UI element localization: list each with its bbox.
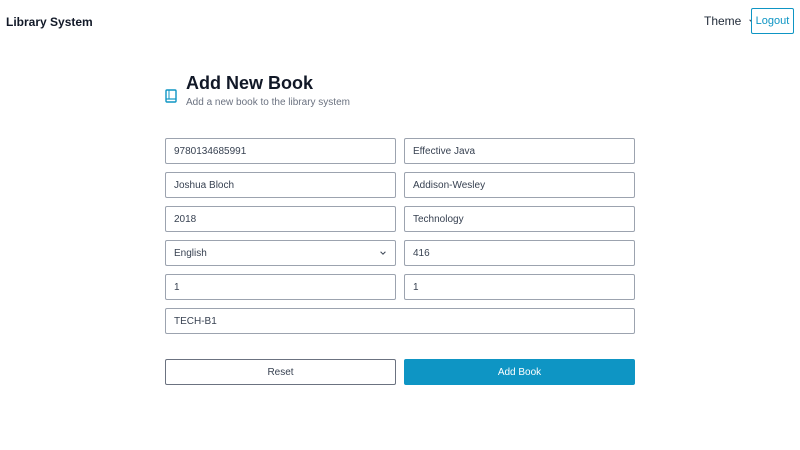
category-input[interactable]: Technology — [404, 206, 635, 232]
top-bar: Library System Theme Logout — [0, 0, 800, 42]
logout-button[interactable]: Logout — [751, 8, 794, 34]
book-icon — [165, 89, 177, 103]
page-header: Add New Book Add a new book to the libra… — [165, 72, 635, 112]
total-copies-input[interactable]: 1 — [165, 274, 396, 300]
title-input[interactable]: Effective Java — [404, 138, 635, 164]
app-title: Library System — [6, 15, 93, 29]
language-select-value: English — [174, 247, 207, 259]
location-input[interactable]: TECH-B1 — [165, 308, 635, 334]
chevron-down-icon — [380, 251, 386, 255]
isbn-input[interactable]: 9780134685991 — [165, 138, 396, 164]
language-select[interactable]: English — [165, 240, 396, 266]
add-book-button[interactable]: Add Book — [404, 359, 635, 385]
author-input[interactable]: Joshua Bloch — [165, 172, 396, 198]
page-title: Add New Book — [186, 73, 314, 93]
page-subtitle: Add a new book to the library system — [186, 97, 350, 108]
publisher-input[interactable]: Addison-Wesley — [404, 172, 635, 198]
theme-label: Theme — [704, 14, 742, 28]
theme-dropdown[interactable]: Theme — [704, 14, 756, 28]
year-input[interactable]: 2018 — [165, 206, 396, 232]
reset-button[interactable]: Reset — [165, 359, 396, 385]
pages-input[interactable]: 416 — [404, 240, 635, 266]
available-copies-input[interactable]: 1 — [404, 274, 635, 300]
